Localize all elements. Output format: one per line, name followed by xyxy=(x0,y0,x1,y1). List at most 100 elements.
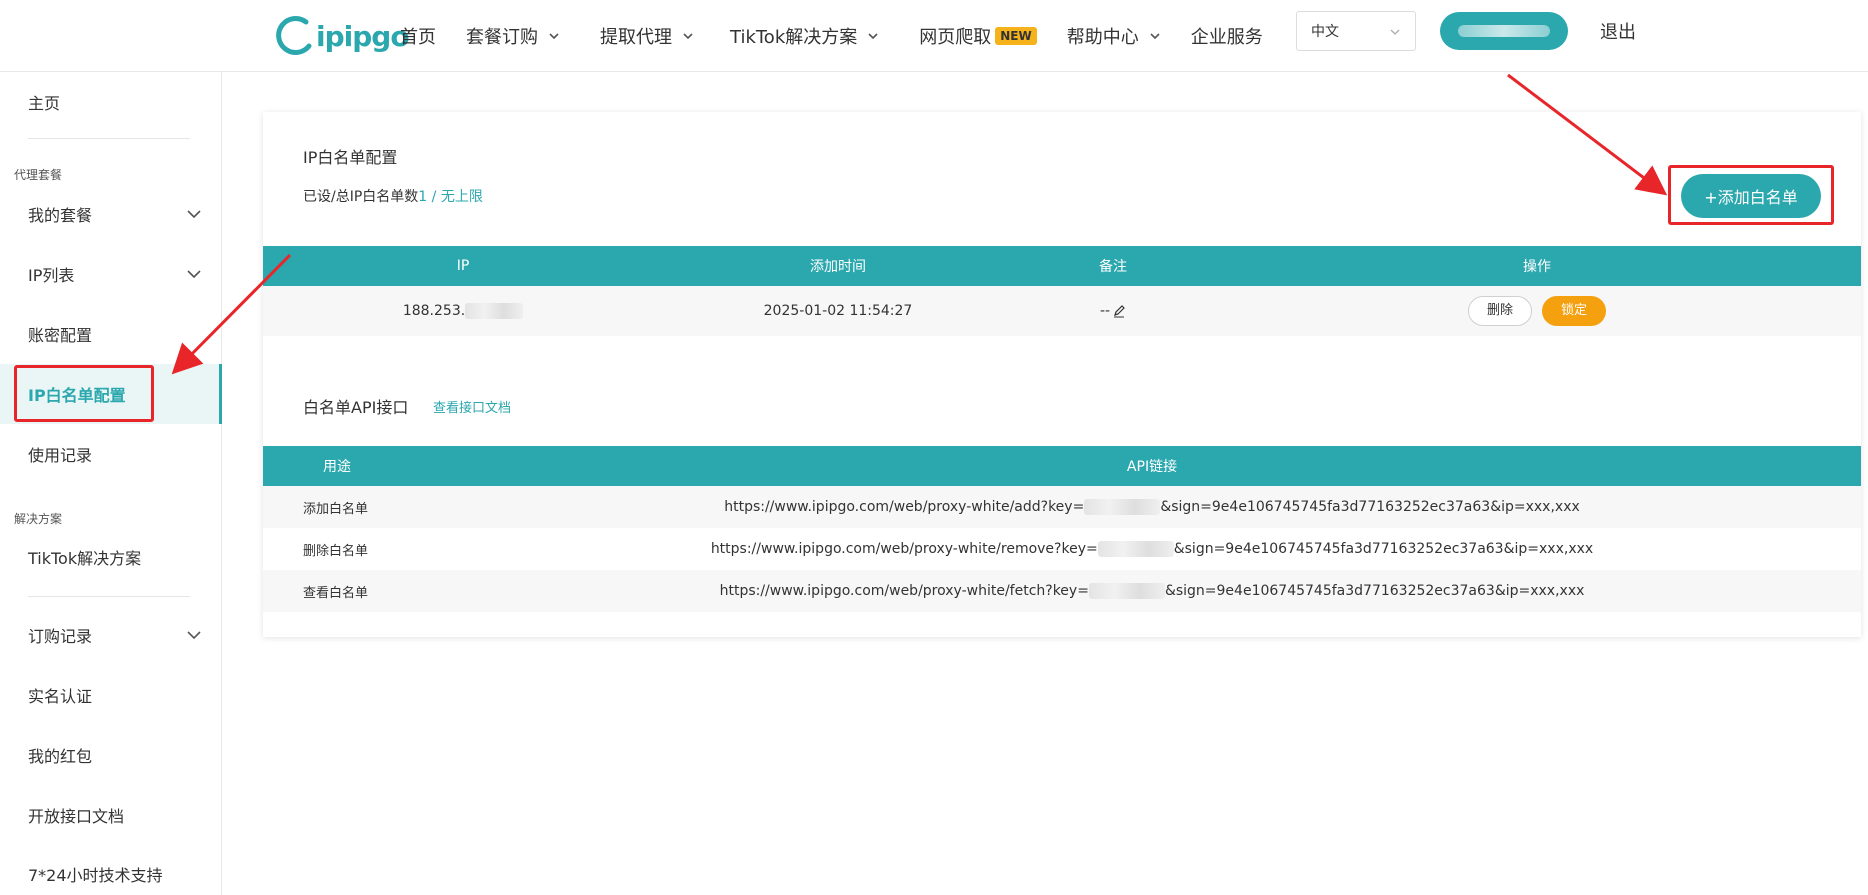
whitelist-card: IP白名单配置 已设/总IP白名单数1 / 无上限 +添加白名单 IP 添加时间… xyxy=(263,112,1861,637)
nav-extract-label: 提取代理 xyxy=(600,27,672,48)
api-url-cell[interactable]: https://www.ipipgo.com/web/proxy-white/a… xyxy=(443,486,1861,528)
api-use-cell: 删除白名单 xyxy=(303,543,369,559)
main-nav: 首页 套餐订购 提取代理 TikTok解决方案 网页爬取 NEW 帮助中心 企业… xyxy=(400,0,1263,72)
ip-cell: 188.253. xyxy=(263,286,663,336)
sidebar-item-label: 我的套餐 xyxy=(28,206,93,225)
sidebar-item-home[interactable]: 主页 xyxy=(0,82,222,122)
chevron-down-icon xyxy=(1150,33,1160,40)
ip-value: 188.253. xyxy=(402,303,466,319)
nav-extract[interactable]: 提取代理 xyxy=(600,23,694,49)
api-url-prefix: https://www.ipipgo.com/web/proxy-white/f… xyxy=(719,583,1089,599)
chevron-down-icon xyxy=(187,270,201,279)
logo-text: ipipgo xyxy=(316,19,410,53)
chevron-down-icon xyxy=(187,631,201,640)
user-account-button[interactable] xyxy=(1440,12,1568,50)
logo-mark-icon xyxy=(276,16,312,55)
nav-help[interactable]: 帮助中心 xyxy=(1067,23,1161,49)
nav-crawl[interactable]: 网页爬取 NEW xyxy=(919,23,1037,49)
table-row: 188.253. 2025-01-02 11:54:27 -- 删除 锁定 xyxy=(263,286,1861,336)
divider xyxy=(28,138,190,139)
sidebar-item-label: 开放接口文档 xyxy=(28,807,125,826)
sidebar-item-label: 7*24小时技术支持 xyxy=(28,866,163,885)
sidebar-item-realname[interactable]: 实名认证 xyxy=(0,675,222,715)
column-header: 操作 xyxy=(1213,246,1861,286)
chevron-down-icon xyxy=(187,210,201,219)
sidebar-item-label: 实名认证 xyxy=(28,687,93,706)
nav-enterprise-label: 企业服务 xyxy=(1190,27,1263,48)
whitelist-table: IP 添加时间 备注 操作 188.253. 2025-01-02 11:54:… xyxy=(263,246,1861,336)
api-url-prefix: https://www.ipipgo.com/web/proxy-white/a… xyxy=(724,499,1085,515)
column-header: IP xyxy=(263,246,663,286)
api-url-prefix: https://www.ipipgo.com/web/proxy-white/r… xyxy=(710,541,1098,557)
note-cell: -- xyxy=(1013,286,1213,336)
nav-plans[interactable]: 套餐订购 xyxy=(466,23,560,49)
column-header: API链接 xyxy=(443,446,1861,486)
quota-value: 1 / 无上限 xyxy=(418,189,483,205)
sidebar-item-label: 我的红包 xyxy=(28,747,93,766)
sidebar-item-usage[interactable]: 使用记录 xyxy=(0,434,222,474)
sidebar-item-label: TikTok解决方案 xyxy=(28,549,142,568)
api-use-cell: 查看白名单 xyxy=(263,570,443,612)
actions-cell: 删除 锁定 xyxy=(1213,286,1861,336)
redacted-key xyxy=(1084,499,1161,515)
sidebar-item-open-api[interactable]: 开放接口文档 xyxy=(0,795,222,835)
sidebar-item-support[interactable]: 7*24小时技术支持 xyxy=(0,854,222,894)
nav-enterprise[interactable]: 企业服务 xyxy=(1191,23,1263,49)
nav-tiktok-label: TikTok解决方案 xyxy=(730,27,858,48)
sidebar-item-label: IP列表 xyxy=(28,266,75,285)
sidebar-item-redpacket[interactable]: 我的红包 xyxy=(0,735,222,775)
chevron-down-icon xyxy=(683,33,693,40)
language-select[interactable]: 中文 xyxy=(1296,11,1416,51)
add-whitelist-button[interactable]: +添加白名单 xyxy=(1681,174,1821,218)
annotation-highlight-box xyxy=(14,365,154,422)
sidebar-group-label: 代理套餐 xyxy=(14,168,63,182)
column-header: 备注 xyxy=(1013,246,1213,286)
nav-tiktok[interactable]: TikTok解决方案 xyxy=(730,23,879,49)
api-section-title: 白名单API接口 xyxy=(303,398,409,417)
lock-button[interactable]: 锁定 xyxy=(1542,296,1606,326)
divider xyxy=(28,596,190,597)
api-use-cell: 添加白名单 xyxy=(263,486,443,528)
nav-plans-label: 套餐订购 xyxy=(466,27,538,48)
chevron-down-icon xyxy=(549,33,559,40)
redacted-key xyxy=(1097,541,1174,557)
api-url-suffix: &sign=9e4e106745745fa3d77163252ec37a63&i… xyxy=(1164,583,1585,599)
redacted-key xyxy=(1088,583,1165,599)
sidebar-item-tiktok[interactable]: TikTok解决方案 xyxy=(0,537,222,577)
sidebar-item-label: 账密配置 xyxy=(28,326,93,345)
new-badge: NEW xyxy=(995,27,1037,45)
chevron-down-icon xyxy=(868,33,878,40)
table-row: 删除白名单 https://www.ipipgo.com/web/proxy-w… xyxy=(263,528,1861,570)
sidebar-item-label: 主页 xyxy=(28,94,61,113)
sidebar-item-my-plans[interactable]: 我的套餐 xyxy=(0,194,222,234)
edit-pencil-icon[interactable] xyxy=(1112,304,1126,318)
chevron-down-icon xyxy=(1390,29,1400,35)
nav-help-label: 帮助中心 xyxy=(1066,27,1139,48)
api-url-suffix: &sign=9e4e106745745fa3d77163252ec37a63&i… xyxy=(1173,541,1594,557)
column-header: 添加时间 xyxy=(663,246,1013,286)
sidebar-item-account-config[interactable]: 账密配置 xyxy=(0,314,222,354)
added-time-cell: 2025-01-02 11:54:27 xyxy=(663,286,1013,336)
nav-home-label: 首页 xyxy=(400,27,436,48)
top-navbar: ipipgo 首页 套餐订购 提取代理 TikTok解决方案 网页爬取 NEW … xyxy=(0,0,1868,72)
sidebar-item-label: 订购记录 xyxy=(28,627,93,646)
sidebar-item-label: 使用记录 xyxy=(28,446,93,465)
nav-home[interactable]: 首页 xyxy=(400,23,436,49)
table-row: 添加白名单 https://www.ipipgo.com/web/proxy-w… xyxy=(263,486,1861,528)
sidebar-item-orders[interactable]: 订购记录 xyxy=(0,615,222,655)
table-row: 查看白名单 https://www.ipipgo.com/web/proxy-w… xyxy=(263,570,1861,612)
delete-button[interactable]: 删除 xyxy=(1468,296,1532,326)
page-title: IP白名单配置 xyxy=(303,148,398,167)
language-value: 中文 xyxy=(1311,24,1339,40)
api-url-cell[interactable]: https://www.ipipgo.com/web/proxy-white/f… xyxy=(443,570,1861,612)
table-header-row: IP 添加时间 备注 操作 xyxy=(263,246,1861,286)
redacted-username xyxy=(1458,25,1550,37)
note-value: -- xyxy=(1099,303,1111,319)
ipipgo-logo[interactable]: ipipgo xyxy=(276,10,410,62)
logout-link[interactable]: 退出 xyxy=(1600,18,1636,44)
api-url-cell[interactable]: https://www.ipipgo.com/web/proxy-white/r… xyxy=(443,528,1861,570)
whitelist-quota: 已设/总IP白名单数1 / 无上限 xyxy=(303,186,483,206)
sidebar-item-ip-list[interactable]: IP列表 xyxy=(0,254,222,294)
view-api-docs-link[interactable]: 查看接口文档 xyxy=(433,397,511,416)
column-header: 用途 xyxy=(263,446,443,486)
